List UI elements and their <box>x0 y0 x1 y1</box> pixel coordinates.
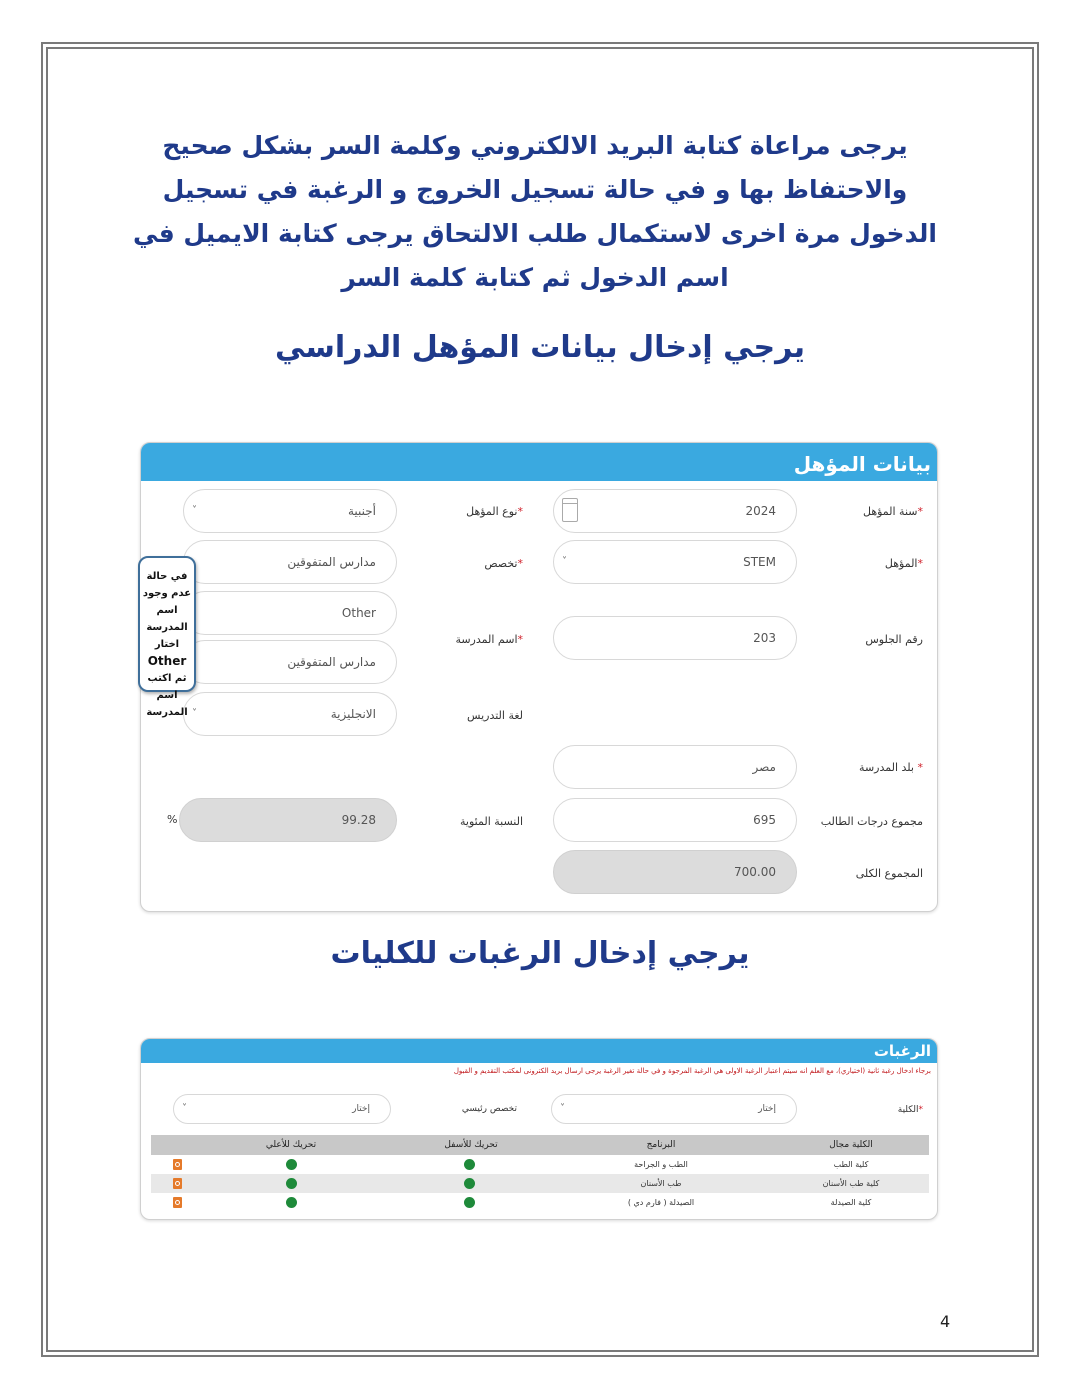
college-label: *الكلية <box>897 1105 923 1115</box>
calendar-icon[interactable] <box>562 498 578 522</box>
desires-notice: برجاء ادخال رغبة ثانية (اختياري)، مع الع… <box>453 1067 931 1075</box>
chevron-down-icon: ˅ <box>560 1103 565 1114</box>
row-program: طب الأسنان <box>640 1179 682 1188</box>
move-down-button[interactable] <box>464 1178 475 1189</box>
table-row: كلية طب الأسنان طب الأسنان <box>151 1174 929 1193</box>
page-number: 4 <box>940 1312 951 1331</box>
seat-number-label: رقم الجلوس <box>865 633 923 646</box>
school-name-other-field[interactable]: مدارس المتفوقين <box>183 640 397 684</box>
intro-instructions: يرجى مراعاة كتابة البريد الالكتروني وكلم… <box>133 131 937 292</box>
major-label: تخصص رئيسي <box>461 1104 517 1114</box>
school-name-callout: في حالة عدم وجود اسم المدرسة اختار Other… <box>138 556 196 718</box>
chevron-down-icon: ˅ <box>192 505 197 516</box>
seat-number-field[interactable]: 203 <box>553 616 797 660</box>
qualification-type-select[interactable]: أجنبية ˅ <box>183 489 397 533</box>
row-college: كلية الصيدلة <box>830 1198 872 1207</box>
teaching-language-label: لغة التدريس <box>467 709 523 722</box>
qualification-panel: بيانات المؤهل *سنة المؤهل 2024 *نوع المؤ… <box>140 442 938 912</box>
student-total-label: مجموع درجات الطالب <box>820 815 923 828</box>
qualification-panel-title: بيانات المؤهل <box>141 443 937 481</box>
col-program: البرنامج <box>646 1140 676 1150</box>
percentage-field: 99.28 <box>179 798 397 842</box>
move-up-button[interactable] <box>286 1178 297 1189</box>
percentage-suffix: % <box>167 813 178 826</box>
percentage-label: النسبة المئوية <box>460 815 523 828</box>
school-name-label: *اسم المدرسة <box>455 633 523 646</box>
school-country-label: * بلد المدرسة <box>859 761 923 774</box>
table-row: كلية الطب الطب و الجراحة <box>151 1155 929 1174</box>
qualification-label: *المؤهل <box>884 557 923 570</box>
desires-panel-title: الرغبات <box>141 1039 937 1063</box>
qualification-year-label: *سنة المؤهل <box>862 505 923 518</box>
move-down-button[interactable] <box>464 1197 475 1208</box>
col-move-up: تحريك للأعلي <box>265 1140 317 1150</box>
move-down-button[interactable] <box>464 1159 475 1170</box>
qualification-year-field[interactable]: 2024 <box>553 489 797 533</box>
major-select[interactable]: إختار ˅ <box>173 1094 391 1124</box>
school-country-field[interactable]: مصر <box>553 745 797 789</box>
specialization-label: *تخصص <box>484 557 523 570</box>
row-college: كلية طب الأسنان <box>822 1179 880 1188</box>
desires-panel: الرغبات برجاء ادخال رغبة ثانية (اختياري)… <box>140 1038 938 1220</box>
school-name-select[interactable]: Other <box>183 591 397 635</box>
move-up-button[interactable] <box>286 1197 297 1208</box>
callout-line-2: Other <box>147 654 187 668</box>
move-up-button[interactable] <box>286 1159 297 1170</box>
chevron-down-icon: ˅ <box>182 1103 187 1114</box>
col-college: الكلية مجال <box>829 1140 873 1150</box>
col-move-down: تحريك للأسفل <box>444 1140 498 1150</box>
student-total-field[interactable]: 695 <box>553 798 797 842</box>
specialization-field[interactable]: مدارس المتفوقين <box>183 540 397 584</box>
qualification-type-label: *نوع المؤهل <box>466 505 523 518</box>
delete-icon[interactable] <box>173 1197 182 1208</box>
row-program: الطب و الجراحة <box>634 1160 688 1169</box>
chevron-down-icon: ˅ <box>562 556 567 567</box>
desires-table-header: الكلية مجال البرنامج تحريك للأسفل تحريك … <box>151 1135 929 1155</box>
callout-line-1: في حالة عدم وجود اسم المدرسة اختار <box>142 571 192 650</box>
row-program: الصيدلة ( فارم دي ) <box>627 1198 695 1207</box>
grand-total-field: 700.00 <box>553 850 797 894</box>
table-row: كلية الصيدلة الصيدلة ( فارم دي ) <box>151 1193 929 1212</box>
delete-icon[interactable] <box>173 1178 182 1189</box>
desires-heading: يرجي إدخال الرغبات للكليات <box>330 936 750 971</box>
callout-line-3: ثم اكتب اسم المدرسة <box>146 673 188 718</box>
qualification-select[interactable]: STEM ˅ <box>553 540 797 584</box>
teaching-language-select[interactable]: الانجليزية ˅ <box>183 692 397 736</box>
grand-total-label: المجموع الكلى <box>855 867 923 880</box>
college-select[interactable]: إختار ˅ <box>551 1094 797 1124</box>
qualification-heading: يرجي إدخال بيانات المؤهل الدراسي <box>274 330 806 365</box>
row-college: كلية الطب <box>833 1160 869 1169</box>
delete-icon[interactable] <box>173 1159 182 1170</box>
